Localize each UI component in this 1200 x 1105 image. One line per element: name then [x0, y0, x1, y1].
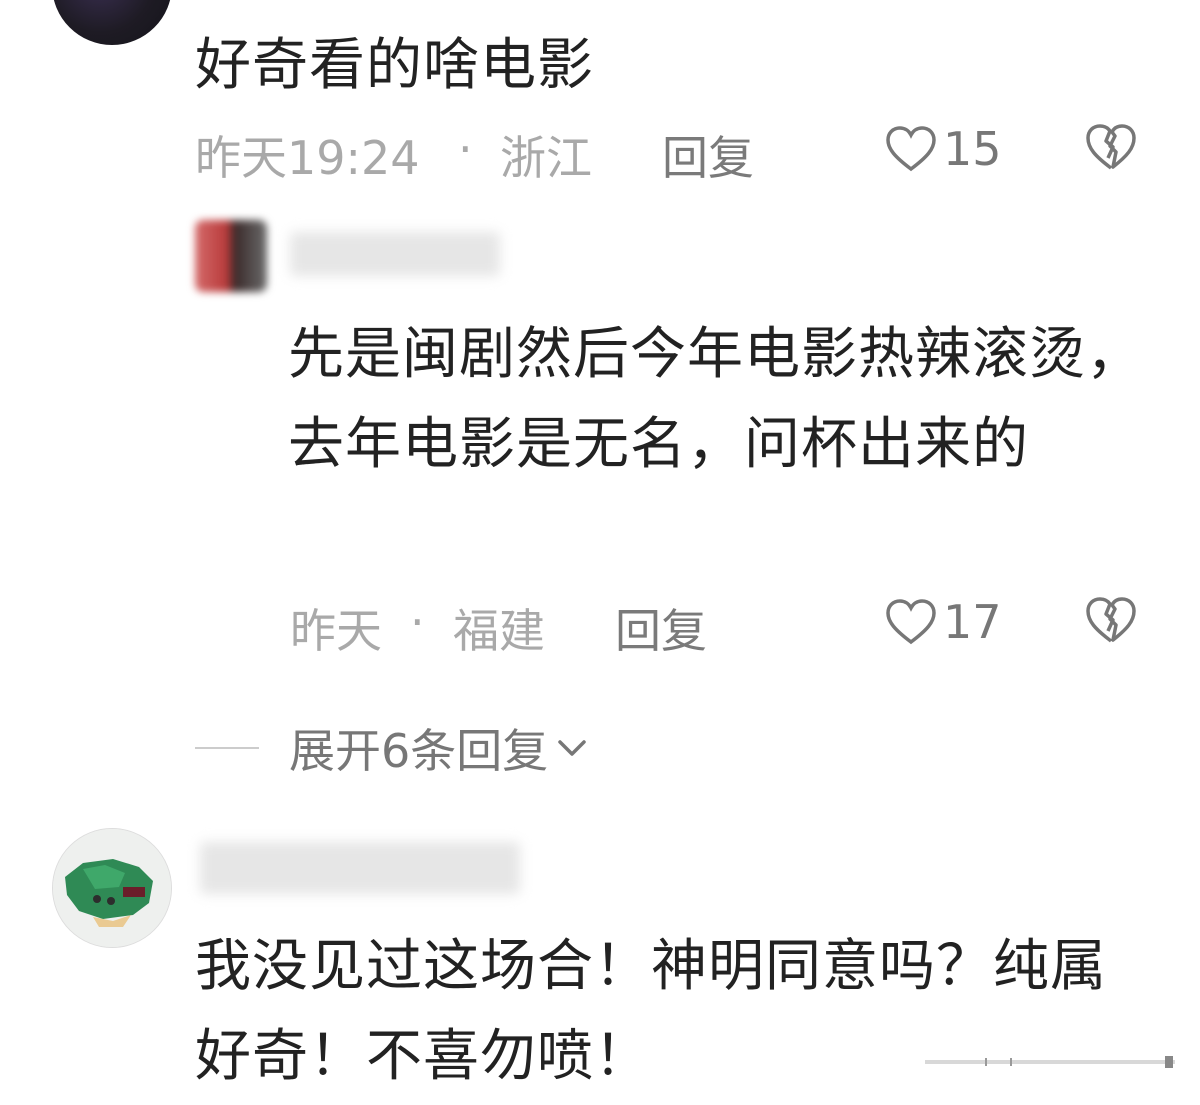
broken-heart-icon	[1086, 124, 1136, 170]
avatar-image	[53, 829, 171, 947]
divider	[195, 747, 259, 749]
heart-outline-icon	[886, 599, 936, 645]
comment-text: 先是闽剧然后今年电影热辣滚烫，去年电影是无名，问杯出来的	[288, 322, 1143, 477]
username	[290, 232, 500, 276]
expand-replies-label: 展开6条回复	[289, 724, 549, 778]
avatar[interactable]	[195, 220, 267, 292]
comment-text: 好奇看的啥电影	[195, 33, 594, 98]
like-count: 17	[943, 595, 1002, 649]
reply-button[interactable]: 回复	[662, 122, 754, 188]
watermark	[925, 1056, 1175, 1068]
broken-heart-icon	[1086, 597, 1136, 643]
like-button[interactable]: 15	[885, 122, 1002, 176]
dislike-button[interactable]	[1085, 595, 1137, 649]
meta-separator: ·	[410, 595, 425, 649]
expand-replies-button[interactable]: 展开6条回复	[195, 715, 590, 781]
comment-location: 福建	[453, 604, 545, 658]
like-button[interactable]: 17	[885, 595, 1002, 649]
comment-location: 浙江	[500, 131, 592, 185]
dislike-button[interactable]	[1085, 122, 1137, 176]
meta-separator: ·	[458, 122, 473, 176]
heart-outline-icon	[886, 126, 936, 172]
like-count: 15	[943, 122, 1002, 176]
comment-text: 我没见过这场合！神明同意吗？纯属好奇！不喜勿喷！	[195, 934, 1107, 1089]
username	[200, 842, 520, 894]
chevron-down-icon	[558, 740, 587, 756]
avatar[interactable]	[52, 0, 172, 45]
comment-time: 昨天19:24	[195, 131, 420, 185]
reply-button[interactable]: 回复	[615, 595, 707, 661]
avatar[interactable]	[52, 828, 172, 948]
comment-time: 昨天	[290, 604, 382, 658]
